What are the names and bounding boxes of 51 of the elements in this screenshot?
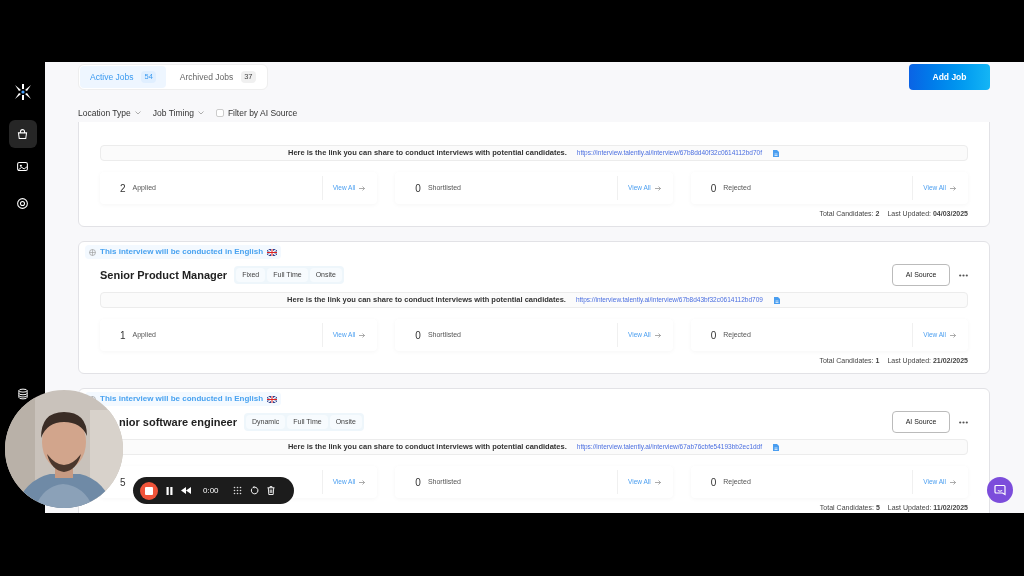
more-icon[interactable] xyxy=(959,273,968,277)
logo-icon xyxy=(13,83,32,101)
language-notice: This interview will be conducted in English xyxy=(100,246,264,258)
stat-count: 2 xyxy=(120,181,126,196)
stop-icon xyxy=(145,486,153,495)
language-notice: This interview will be conducted in English xyxy=(100,393,264,405)
chevron-down-icon xyxy=(134,111,141,115)
arrow-right-icon xyxy=(654,479,661,485)
chat-icon xyxy=(994,484,1006,496)
stat-count: 5 xyxy=(120,475,126,490)
stat-count: 0 xyxy=(415,475,421,490)
filter-dropdown[interactable]: Job Timing xyxy=(152,106,204,120)
checkbox[interactable] xyxy=(215,109,224,117)
chevron-down-icon xyxy=(197,111,204,115)
arrow-right-icon xyxy=(359,185,366,191)
grid-icon[interactable] xyxy=(232,486,242,495)
arrow-right-icon xyxy=(359,479,366,485)
copy-icon[interactable] xyxy=(772,295,781,305)
arrow-right-icon xyxy=(950,479,956,485)
checkbox-label: Filter by AI Source xyxy=(227,106,298,120)
stat-count: 0 xyxy=(415,328,421,343)
job-title: nior software engineer xyxy=(118,414,237,430)
recording-timer: 0:00 xyxy=(203,484,219,497)
stop-button[interactable] xyxy=(140,481,158,500)
flag-icon xyxy=(267,248,278,256)
more-icon[interactable] xyxy=(959,420,968,424)
image-icon xyxy=(16,159,29,173)
arrow-right-icon xyxy=(950,332,956,338)
database-icon xyxy=(16,388,29,400)
arrow-right-icon xyxy=(359,332,366,338)
rewind-icon[interactable] xyxy=(181,487,191,494)
target-icon xyxy=(16,196,29,210)
sidebar-item[interactable] xyxy=(8,120,37,148)
stat-count: 0 xyxy=(415,181,421,196)
shopping-bag-icon xyxy=(16,127,29,141)
copy-icon[interactable] xyxy=(772,148,780,158)
arrow-right-icon xyxy=(654,185,661,191)
arrow-right-icon xyxy=(950,185,956,191)
stat-count: 0 xyxy=(710,181,717,196)
copy-icon[interactable] xyxy=(772,442,781,452)
flag-icon xyxy=(267,395,278,403)
trash-icon[interactable] xyxy=(266,486,275,495)
job-title: Senior Product Manager xyxy=(100,267,228,283)
stat-count: 0 xyxy=(710,328,717,343)
add-job-button[interactable]: Add Job xyxy=(909,64,990,90)
filter-dropdown[interactable]: Location Type xyxy=(78,106,141,120)
stat-count: 0 xyxy=(710,475,717,490)
arrow-right-icon xyxy=(654,332,661,338)
stat-count: 1 xyxy=(120,328,126,343)
restart-icon[interactable] xyxy=(249,486,259,495)
pause-icon[interactable] xyxy=(166,486,173,495)
